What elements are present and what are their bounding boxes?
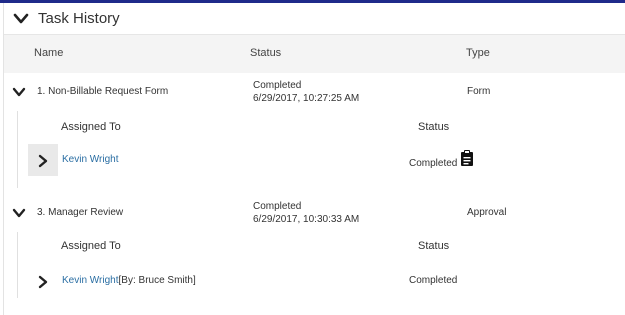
assignment-panel: Assigned To Status Kevin Wright[By: Bruc… — [17, 232, 618, 298]
task-name: 1. Non-Billable Request Form — [37, 86, 169, 97]
task-status: Completed — [253, 201, 302, 212]
task-status: Completed — [253, 80, 302, 91]
task-date: 6/29/2017, 10:30:33 AM — [253, 214, 360, 225]
assignment-status-header: Status — [418, 121, 450, 133]
assignment-status: Completed — [409, 275, 458, 286]
task-history-header[interactable]: Task History — [4, 3, 625, 35]
chevron-down-icon[interactable] — [12, 11, 30, 27]
task-row[interactable]: 1. Non-Billable Request Form Completed 6… — [4, 73, 625, 111]
chevron-right-icon — [38, 154, 48, 168]
clipboard-icon[interactable] — [460, 150, 474, 166]
panel-title: Task History — [38, 10, 120, 27]
assignment-status: Completed — [409, 158, 458, 169]
chevron-down-icon[interactable] — [12, 208, 26, 218]
assignee-link[interactable]: Kevin Wright[By: Bruce Smith] — [62, 275, 196, 286]
chevron-right-icon — [38, 275, 48, 289]
assigned-to-header: Assigned To — [61, 121, 121, 133]
task-type: Approval — [467, 207, 507, 218]
expand-assignment-button[interactable] — [28, 144, 58, 176]
assignee-name[interactable]: Kevin Wright — [62, 154, 119, 165]
task-type: Form — [467, 86, 491, 97]
assignee-name[interactable]: Kevin Wright — [62, 275, 119, 286]
column-type: Type — [466, 47, 490, 59]
assignment-panel: Assigned To Status Kevin Wright Complete… — [17, 111, 618, 188]
task-date: 6/29/2017, 10:27:25 AM — [253, 93, 360, 104]
expand-assignment-button[interactable] — [28, 265, 58, 297]
assignee-link[interactable]: Kevin Wright — [62, 154, 119, 165]
column-header-row: Name Status Type — [4, 35, 625, 73]
assignment-status-header: Status — [418, 240, 450, 252]
column-status: Status — [250, 47, 282, 59]
task-row[interactable]: 3. Manager Review Completed 6/29/2017, 1… — [4, 194, 625, 232]
task-name: 3. Manager Review — [37, 207, 124, 218]
column-name: Name — [34, 47, 64, 59]
assigned-to-header: Assigned To — [61, 240, 121, 252]
chevron-down-icon[interactable] — [12, 87, 26, 97]
assigned-by: [By: Bruce Smith] — [118, 275, 196, 286]
